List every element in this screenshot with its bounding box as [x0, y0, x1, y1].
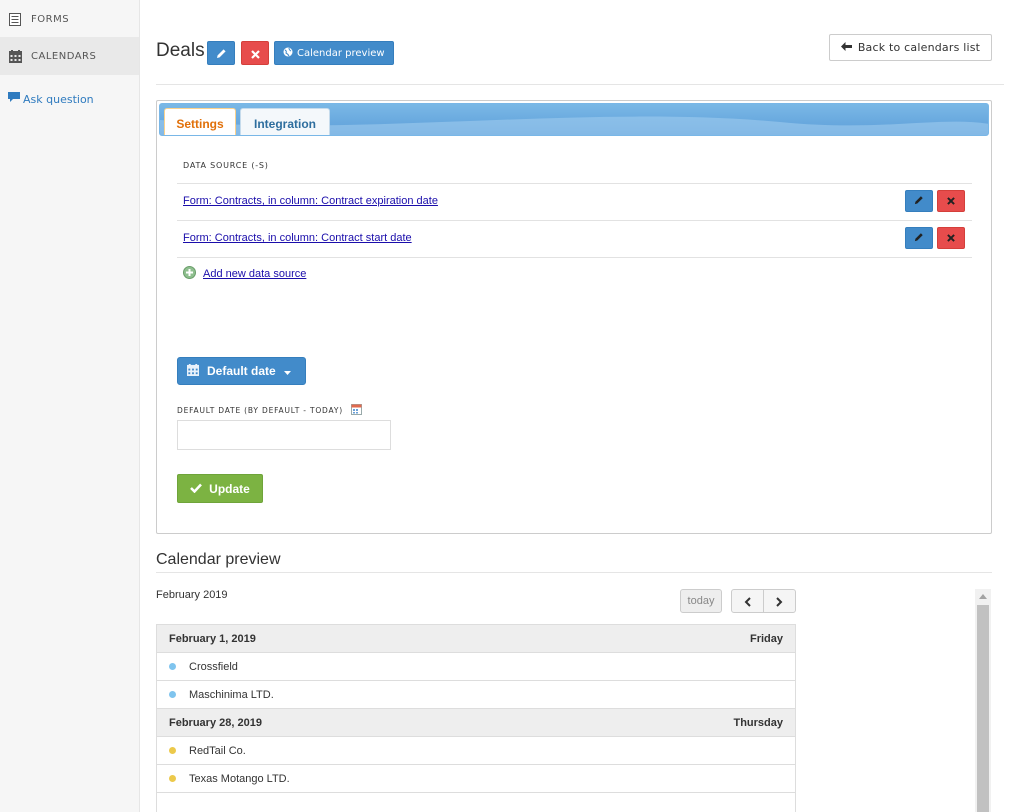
next-button[interactable]	[763, 589, 796, 613]
edit-source-button[interactable]	[905, 227, 933, 249]
day-header: February 1, 2019 Friday	[157, 625, 795, 653]
event-title: Maschinima LTD.	[189, 688, 274, 701]
page-title: Deals	[156, 40, 205, 61]
plus-circle-icon	[183, 266, 196, 282]
tab-integration[interactable]: Integration	[240, 108, 330, 135]
divider	[177, 183, 972, 184]
event-title: Crossfield	[189, 660, 238, 673]
event-title: RedTail Co.	[189, 744, 246, 757]
default-date-field-label: DEFAULT DATE (BY DEFAULT - TODAY)	[177, 404, 362, 417]
event-list: February 1, 2019 Friday Crossfield Masch…	[156, 624, 796, 812]
scrollbar[interactable]	[975, 589, 991, 812]
checkmark-icon	[190, 482, 203, 496]
list-item[interactable]: Maschinima LTD.	[157, 681, 795, 709]
ask-question-label: Ask question	[23, 92, 94, 106]
tab-bar: Settings Integration	[159, 103, 989, 136]
tab-settings[interactable]: Settings	[164, 108, 236, 135]
delete-source-button[interactable]	[937, 227, 965, 249]
prev-button[interactable]	[731, 589, 764, 613]
day-header: February 28, 2019 Thursday	[157, 709, 795, 737]
update-label: Update	[209, 481, 250, 496]
globe-icon	[283, 47, 293, 60]
event-dot	[169, 663, 176, 670]
add-data-source-label: Add new data source	[203, 268, 307, 280]
event-dot	[169, 747, 176, 754]
back-label: Back to calendars list	[857, 41, 981, 54]
day-weekday: Friday	[749, 632, 783, 645]
forms-icon	[8, 12, 22, 26]
data-source-link[interactable]: Form: Contracts, in column: Contract exp…	[183, 195, 438, 207]
close-icon	[947, 195, 955, 208]
divider	[177, 220, 972, 221]
chevron-left-icon	[744, 592, 751, 611]
chat-bubble-icon	[8, 92, 20, 106]
calendar-icon	[8, 49, 22, 63]
today-button[interactable]: today	[680, 589, 722, 613]
scroll-up-icon[interactable]	[979, 594, 987, 599]
sidebar-item-label: FORMS	[31, 13, 70, 25]
sidebar: FORMS CALENDARS Ask question	[0, 0, 140, 812]
day-date: February 1, 2019	[169, 632, 256, 645]
default-date-input[interactable]	[177, 420, 391, 450]
back-to-calendars-button[interactable]: Back to calendars list	[829, 34, 992, 61]
pencil-icon	[914, 232, 924, 245]
data-source-link[interactable]: Form: Contracts, in column: Contract sta…	[183, 232, 412, 244]
divider	[177, 257, 972, 258]
day-date: February 28, 2019	[169, 716, 262, 729]
list-item[interactable]: Texas Motango LTD.	[157, 765, 795, 793]
sidebar-item-forms[interactable]: FORMS	[0, 0, 139, 38]
delete-source-button[interactable]	[937, 190, 965, 212]
default-date-field-label-text: DEFAULT DATE (BY DEFAULT - TODAY)	[177, 406, 343, 415]
add-data-source-link[interactable]: Add new data source	[183, 266, 306, 282]
tab-label: Settings	[176, 116, 224, 131]
list-item[interactable]: Crossfield	[157, 653, 795, 681]
settings-panel: Settings Integration DATA SOURCE (-S) Fo…	[156, 100, 992, 534]
header-divider	[156, 84, 1004, 85]
calendar-preview-label: Calendar preview	[297, 47, 385, 59]
chevron-right-icon	[776, 592, 783, 611]
section-divider	[156, 572, 992, 573]
delete-calendar-button[interactable]	[241, 41, 269, 65]
pencil-icon	[914, 195, 924, 208]
calendar-preview-title: Calendar preview	[156, 551, 281, 568]
caret-down-icon	[283, 364, 291, 378]
ask-question-link[interactable]: Ask question	[8, 92, 94, 106]
event-title: Texas Motango LTD.	[189, 772, 290, 785]
sidebar-item-label: CALENDARS	[31, 50, 97, 62]
close-icon	[250, 44, 260, 63]
calendar-preview-button[interactable]: Calendar preview	[274, 41, 394, 65]
default-date-dropdown[interactable]: Default date	[177, 357, 306, 385]
edit-calendar-button[interactable]	[207, 41, 235, 65]
data-source-label: DATA SOURCE (-S)	[183, 161, 269, 170]
default-date-label: Default date	[207, 364, 276, 378]
close-icon	[947, 232, 955, 245]
list-item[interactable]: RedTail Co.	[157, 737, 795, 765]
pencil-icon	[216, 44, 227, 63]
update-button[interactable]: Update	[177, 474, 263, 503]
tab-label: Integration	[254, 116, 316, 131]
event-dot	[169, 691, 176, 698]
date-picker-icon[interactable]	[350, 404, 362, 417]
day-weekday: Thursday	[733, 716, 783, 729]
scrollbar-thumb[interactable]	[977, 605, 989, 812]
sidebar-item-calendars[interactable]: CALENDARS	[0, 37, 139, 75]
month-label: February 2019	[156, 589, 228, 601]
calendar-icon	[187, 363, 199, 379]
event-dot	[169, 775, 176, 782]
arrow-left-icon	[840, 41, 852, 54]
edit-source-button[interactable]	[905, 190, 933, 212]
